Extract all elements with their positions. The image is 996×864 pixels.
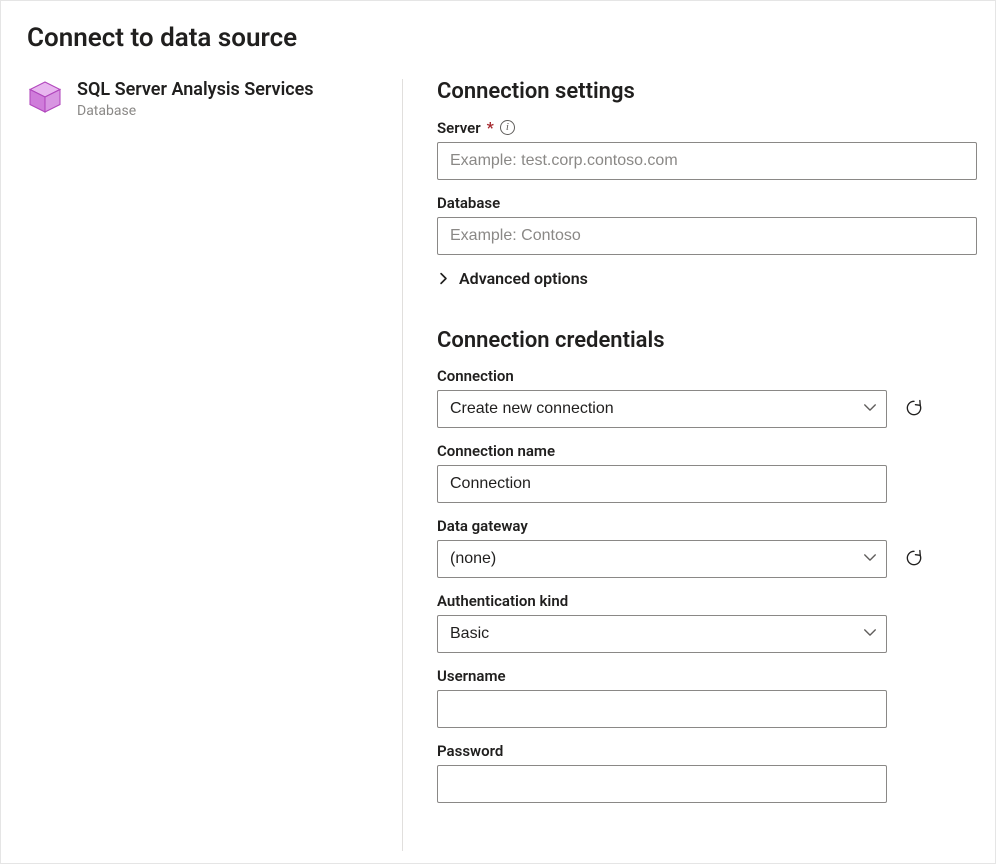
field-auth-kind: Authentication kind [437,592,977,653]
label-connection: Connection [437,367,514,385]
data-gateway-select-value[interactable] [437,540,887,578]
data-gateway-select[interactable] [437,540,887,578]
advanced-options-label: Advanced options [459,269,588,288]
field-connection-name: Connection name [437,442,977,503]
label-server: Server [437,119,481,137]
field-username: Username [437,667,977,728]
label-auth-kind: Authentication kind [437,592,568,610]
field-password: Password [437,742,977,803]
password-input[interactable] [437,765,887,803]
username-input[interactable] [437,690,887,728]
database-input[interactable] [437,217,977,255]
credentials-heading: Connection credentials [437,328,977,353]
refresh-connection-button[interactable] [903,398,925,420]
server-input[interactable] [437,142,977,180]
info-icon[interactable]: i [500,120,515,135]
connection-select-value[interactable] [437,390,887,428]
form-panel: Connection settings Server * i Database [403,79,977,851]
cube-icon [27,79,63,115]
source-panel: SQL Server Analysis Services Database [27,79,403,851]
field-database: Database [437,194,977,255]
refresh-gateway-button[interactable] [903,548,925,570]
page-title: Connect to data source [27,23,969,53]
refresh-icon [904,398,924,421]
label-username: Username [437,667,506,685]
chevron-right-icon [437,272,451,286]
content-split: SQL Server Analysis Services Database Co… [27,79,969,851]
field-connection: Connection [437,367,977,428]
source-text: SQL Server Analysis Services Database [77,79,314,119]
source-kind: Database [77,103,314,119]
auth-kind-select-value[interactable] [437,615,887,653]
refresh-icon [904,548,924,571]
auth-kind-select[interactable] [437,615,887,653]
connection-select[interactable] [437,390,887,428]
required-indicator: * [487,118,494,137]
settings-heading: Connection settings [437,79,977,104]
label-password: Password [437,742,503,760]
field-data-gateway: Data gateway [437,517,977,578]
field-server: Server * i [437,118,977,180]
connection-name-input[interactable] [437,465,887,503]
advanced-options-toggle[interactable]: Advanced options [437,269,977,288]
source-row: SQL Server Analysis Services Database [27,79,382,119]
dialog-connect-data-source: Connect to data source SQL Server Analys… [0,0,996,864]
label-connection-name: Connection name [437,442,555,460]
label-database: Database [437,194,500,212]
label-data-gateway: Data gateway [437,517,528,535]
source-name: SQL Server Analysis Services [77,79,314,101]
